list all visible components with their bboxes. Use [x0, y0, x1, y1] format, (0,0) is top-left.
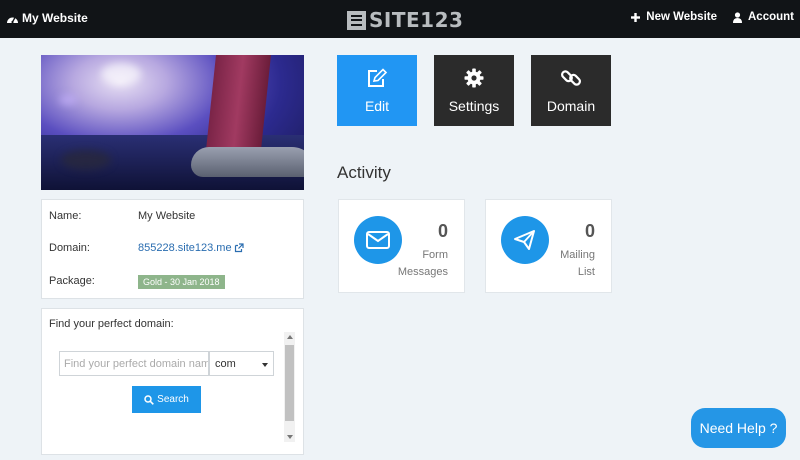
domain-search-button[interactable]: Search	[132, 386, 201, 413]
tld-select[interactable]: com	[209, 351, 274, 376]
domain-finder-panel: Find your perfect domain: Find your perf…	[41, 308, 304, 455]
envelope-icon	[366, 231, 390, 249]
form-messages-caption: Form Messages	[398, 247, 448, 281]
mailing-list-card[interactable]: 0 Mailing List	[485, 199, 612, 293]
settings-label: Settings	[448, 98, 500, 114]
chevron-down-icon	[262, 363, 268, 367]
domain-value: 855228.site123.me	[138, 242, 232, 254]
settings-button[interactable]: Settings	[434, 55, 514, 126]
user-icon	[733, 11, 742, 23]
link-icon	[561, 70, 581, 86]
account-menu[interactable]: Account	[733, 11, 794, 23]
package-badge: Gold - 30 Jan 2018	[138, 275, 225, 289]
edit-label: Edit	[364, 98, 390, 114]
new-website-button[interactable]: New Website	[631, 11, 717, 23]
search-icon	[144, 394, 155, 405]
top-bar: My Website SITE123 New Website Account	[0, 0, 800, 38]
name-label: Name:	[49, 210, 82, 222]
form-caption-line1: Form	[422, 249, 448, 261]
site-info-panel: Name: My Website Domain: 855228.site123.…	[41, 199, 304, 299]
dashboard-icon	[7, 16, 18, 23]
scroll-down-icon[interactable]	[287, 435, 293, 439]
domain-finder-title: Find your perfect domain:	[49, 318, 174, 330]
plus-icon	[631, 12, 641, 22]
site123-logo: SITE123	[347, 8, 463, 32]
need-help-button[interactable]: Need Help ?	[691, 408, 786, 448]
scroll-up-icon[interactable]	[287, 335, 293, 339]
domain-button[interactable]: Domain	[531, 55, 611, 126]
activity-heading: Activity	[337, 163, 391, 182]
mailing-list-caption: Mailing List	[560, 247, 595, 281]
logo-text: SITE123	[369, 8, 464, 32]
search-label: Search	[157, 394, 189, 405]
name-value: My Website	[138, 210, 196, 222]
mailing-list-count: 0	[584, 221, 595, 241]
domain-label: Domain:	[49, 242, 90, 254]
gear-icon	[464, 68, 484, 88]
account-label: Account	[748, 11, 794, 23]
site-name: My Website	[22, 11, 88, 25]
form-messages-count: 0	[437, 221, 448, 241]
mailing-caption-line1: Mailing	[560, 249, 595, 261]
scrollbar[interactable]	[284, 332, 295, 442]
package-label: Package:	[49, 275, 95, 287]
domain-search-input[interactable]: Find your perfect domain name	[59, 351, 209, 376]
tld-value: com	[215, 358, 236, 370]
domain-label: Domain	[546, 98, 596, 114]
website-preview-image	[41, 55, 304, 190]
edit-icon	[368, 68, 388, 87]
scrollbar-thumb[interactable]	[285, 345, 294, 421]
domain-link[interactable]: 855228.site123.me	[138, 242, 244, 254]
new-website-label: New Website	[646, 11, 717, 23]
external-link-icon	[234, 243, 244, 253]
logo-mark	[347, 10, 366, 30]
mailing-caption-line2: List	[577, 266, 595, 278]
edit-button[interactable]: Edit	[337, 55, 417, 126]
form-caption-line2: Messages	[397, 266, 448, 278]
paper-plane-icon	[514, 230, 535, 250]
my-website-link[interactable]: My Website	[6, 11, 88, 25]
form-messages-card[interactable]: 0 Form Messages	[338, 199, 465, 293]
